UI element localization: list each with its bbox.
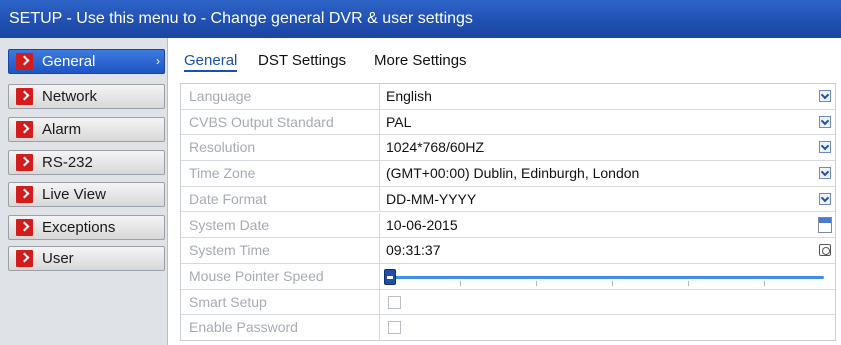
sidebar-item-network[interactable]: Network [8,84,165,109]
time-zone-select[interactable]: (GMT+00:00) Dublin, Edinburgh, London [380,161,835,186]
sidebar-item-label: Network [42,88,98,105]
arrow-right-icon [16,219,33,236]
setting-value: (GMT+00:00) Dublin, Edinburgh, London [386,165,640,182]
setting-label: System Time [181,238,380,263]
tab-general[interactable]: General [184,52,238,72]
sidebar-item-user[interactable]: User [8,246,165,271]
arrow-right-icon [16,154,33,171]
window-title: SETUP - Use this menu to - Change genera… [9,10,473,27]
sidebar-item-label: Alarm [42,121,82,138]
arrow-right-icon [16,250,33,267]
setting-label: Time Zone [181,161,380,186]
cvbs-output-select[interactable]: PAL [380,110,835,135]
sidebar-item-exceptions[interactable]: Exceptions [8,215,165,240]
slider-tick [764,280,765,286]
setting-value: English [386,88,432,104]
calendar-icon[interactable] [818,216,832,233]
setting-row-enable-password: Enable Password [181,315,835,341]
system-date-field[interactable]: 10-06-2015 [380,213,835,238]
sidebar-item-label: Exceptions [42,219,116,236]
setting-row-time-zone: Time Zone (GMT+00:00) Dublin, Edinburgh,… [181,161,835,187]
enable-password-cell [380,315,835,341]
sidebar-item-label: General [42,53,96,70]
smart-setup-cell [380,290,835,315]
sidebar-item-label: User [42,250,74,267]
setting-row-date-format: Date Format DD-MM-YYYY [181,186,835,213]
caret-right-icon: › [156,54,160,68]
slider-tick [460,280,461,286]
dropdown-arrow-icon[interactable] [819,141,831,154]
setting-value: 09:31:37 [386,242,441,259]
dropdown-arrow-icon[interactable] [819,90,831,102]
setting-label: Language [181,84,380,109]
dropdown-arrow-icon[interactable] [819,115,831,128]
setting-label: Mouse Pointer Speed [181,263,380,289]
sidebar-item-label: Live View [42,186,106,203]
sidebar-item-general[interactable]: General › [8,49,165,74]
slider-tick [612,280,613,286]
tab-bar: General DST Settings More Settings [178,38,841,80]
slider-thumb[interactable] [384,268,396,285]
slider-track[interactable] [392,275,824,279]
arrow-right-icon [16,88,33,105]
settings-grid: Language English CVBS Output Standard PA… [180,83,836,341]
setting-label: Date Format [181,186,380,212]
sidebar-item-alarm[interactable]: Alarm [8,117,165,142]
sidebar-item-live-view[interactable]: Live View [8,182,165,207]
setting-value: DD-MM-YYYY [386,190,477,207]
arrow-right-icon [16,121,33,138]
setting-row-cvbs-output-standard: CVBS Output Standard PAL [181,109,835,136]
setting-label: Smart Setup [181,289,380,315]
setting-value: 10-06-2015 [386,216,458,233]
sidebar-item-label: RS-232 [42,154,93,171]
arrow-right-icon [16,53,33,70]
setting-row-language: Language English [181,84,835,110]
setting-row-system-time: System Time 09:31:37 [181,238,835,264]
date-format-select[interactable]: DD-MM-YYYY [380,187,835,212]
language-select[interactable]: English [380,84,835,109]
clock-icon[interactable] [819,244,831,257]
smart-setup-checkbox[interactable] [388,295,401,309]
mouse-speed-slider[interactable] [380,264,835,289]
setting-label: Enable Password [181,315,380,341]
setting-label: System Date [181,212,380,238]
arrow-right-icon [16,186,33,203]
setting-label: Resolution [181,135,380,161]
slider-tick [688,280,689,286]
setting-row-smart-setup: Smart Setup [181,289,835,316]
setting-row-mouse-pointer-speed: Mouse Pointer Speed [181,263,835,290]
window-title-bar: SETUP - Use this menu to - Change genera… [0,0,841,38]
tab-more-settings[interactable]: More Settings [374,52,467,69]
setting-row-system-date: System Date 10-06-2015 [181,212,835,239]
dropdown-arrow-icon[interactable] [819,167,831,180]
dropdown-arrow-icon[interactable] [819,192,831,205]
setting-value: 1024*768/60HZ [386,139,485,156]
setting-row-resolution: Resolution 1024*768/60HZ [181,135,835,162]
tab-dst-settings[interactable]: DST Settings [258,52,346,69]
slider-tick [536,280,537,286]
enable-password-checkbox[interactable] [388,321,401,335]
setting-value: PAL [386,113,412,130]
sidebar-item-rs232[interactable]: RS-232 [8,150,165,175]
sidebar: General › Network Alarm RS-232 Live View… [0,38,168,345]
setting-label: CVBS Output Standard [181,109,380,135]
system-time-field[interactable]: 09:31:37 [380,238,835,263]
resolution-select[interactable]: 1024*768/60HZ [380,135,835,160]
